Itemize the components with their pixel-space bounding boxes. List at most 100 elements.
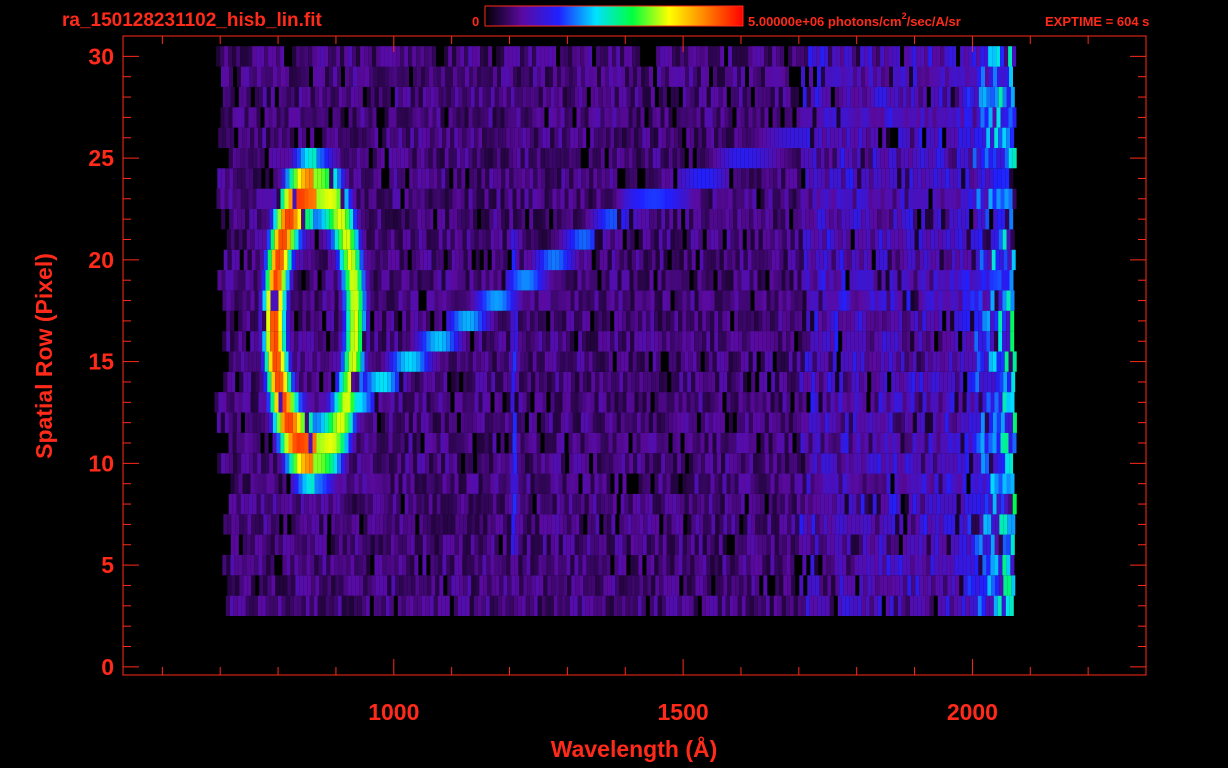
heatmap-cell: [772, 432, 777, 454]
heatmap-cell: [349, 66, 353, 87]
heatmap-cell: [262, 127, 267, 148]
heatmap-cell: [236, 107, 241, 128]
heatmap-cell: [237, 209, 242, 230]
heatmap-cell: [476, 188, 481, 209]
heatmap-cell: [611, 514, 616, 535]
heatmap-cell: [892, 493, 897, 515]
heatmap-cell: [540, 351, 545, 372]
heatmap-cell: [649, 209, 654, 230]
heatmap-cell: [467, 575, 472, 596]
heatmap-cell: [601, 270, 606, 291]
heatmap-cell: [529, 168, 534, 189]
heatmap-cell: [953, 168, 958, 189]
heatmap-cell: [775, 575, 780, 596]
heatmap-cell: [861, 453, 866, 474]
heatmap-cell: [573, 66, 577, 87]
heatmap-cell: [884, 107, 889, 128]
heatmap-cell: [767, 249, 772, 271]
heatmap-cell: [618, 127, 623, 148]
heatmap-cell: [972, 107, 977, 128]
heatmap-cell: [757, 168, 762, 189]
heatmap-cell: [739, 371, 744, 393]
heatmap-cell: [845, 595, 850, 616]
heatmap-cell: [968, 147, 973, 169]
heatmap-cell: [529, 209, 534, 230]
heatmap-cell: [781, 595, 786, 616]
heatmap-cell: [1006, 229, 1011, 250]
heatmap-cell: [678, 331, 683, 352]
heatmap-cell: [747, 575, 752, 596]
heatmap-cell: [685, 168, 690, 189]
heatmap-cell: [462, 290, 467, 311]
heatmap-cell: [233, 209, 238, 230]
heatmap-cell: [682, 534, 687, 555]
heatmap-cell: [257, 66, 261, 87]
heatmap-cell: [246, 534, 251, 555]
heatmap-cell: [507, 371, 512, 393]
heatmap-cell: [329, 453, 334, 474]
heatmap-cell: [980, 147, 985, 169]
heatmap-cell: [806, 331, 811, 352]
heatmap-cell: [960, 412, 965, 433]
heatmap-cell: [397, 66, 401, 87]
heatmap-cell: [947, 575, 952, 596]
heatmap-cell: [291, 249, 296, 271]
heatmap-cell: [484, 412, 489, 433]
heatmap-cell: [932, 493, 937, 515]
heatmap-cell: [879, 371, 884, 393]
heatmap-cell: [374, 86, 379, 108]
heatmap-cell: [554, 392, 559, 413]
heatmap-cell: [708, 147, 713, 169]
heatmap-cell: [620, 107, 625, 128]
heatmap-cell: [891, 371, 896, 393]
heatmap-cell: [581, 270, 586, 291]
heatmap-cell: [828, 147, 833, 169]
heatmap-cell: [481, 595, 486, 616]
heatmap-cell: [355, 514, 360, 535]
heatmap-cell: [514, 392, 519, 413]
heatmap-cell: [934, 290, 939, 311]
heatmap-cell: [812, 432, 817, 454]
heatmap-cell: [287, 249, 292, 271]
heatmap-cell: [861, 270, 866, 291]
heatmap-cell: [680, 493, 685, 515]
heatmap-cell: [731, 249, 736, 271]
heatmap-cell: [285, 270, 290, 291]
heatmap-cell: [977, 453, 982, 474]
heatmap-cell: [834, 290, 839, 311]
heatmap-cell: [818, 127, 823, 148]
heatmap-cell: [824, 493, 829, 515]
heatmap-cell: [325, 168, 330, 189]
heatmap-cell: [758, 310, 763, 332]
heatmap-cell: [506, 554, 511, 576]
heatmap-cell: [839, 371, 844, 393]
heatmap-cell: [790, 290, 795, 311]
heatmap-cell: [779, 575, 784, 596]
heatmap-cell: [554, 554, 559, 576]
heatmap-cell: [567, 249, 572, 271]
heatmap-cell: [901, 453, 906, 474]
heatmap-cell: [534, 534, 539, 555]
heatmap-cell: [654, 392, 659, 413]
heatmap-cell: [502, 473, 507, 494]
heatmap-cell: [242, 554, 247, 576]
heatmap-cell: [371, 249, 376, 271]
heatmap-cell: [708, 351, 713, 372]
heatmap-cell: [454, 86, 459, 108]
heatmap-cell: [484, 147, 489, 169]
heatmap-cell: [320, 493, 325, 515]
heatmap-cell: [332, 412, 337, 433]
heatmap-cell: [327, 249, 332, 271]
heatmap-cell: [344, 147, 349, 169]
heatmap-cell: [897, 595, 902, 616]
heatmap-cell: [741, 209, 746, 230]
heatmap-cell: [406, 310, 411, 332]
heatmap-cell: [838, 86, 843, 108]
heatmap-cell: [267, 575, 272, 596]
heatmap-cell: [860, 188, 865, 209]
heatmap-cell: [241, 270, 246, 291]
heatmap-cell: [344, 432, 349, 454]
heatmap-cell: [544, 412, 549, 433]
heatmap-cell: [1000, 432, 1005, 454]
heatmap-cell: [1000, 147, 1005, 169]
